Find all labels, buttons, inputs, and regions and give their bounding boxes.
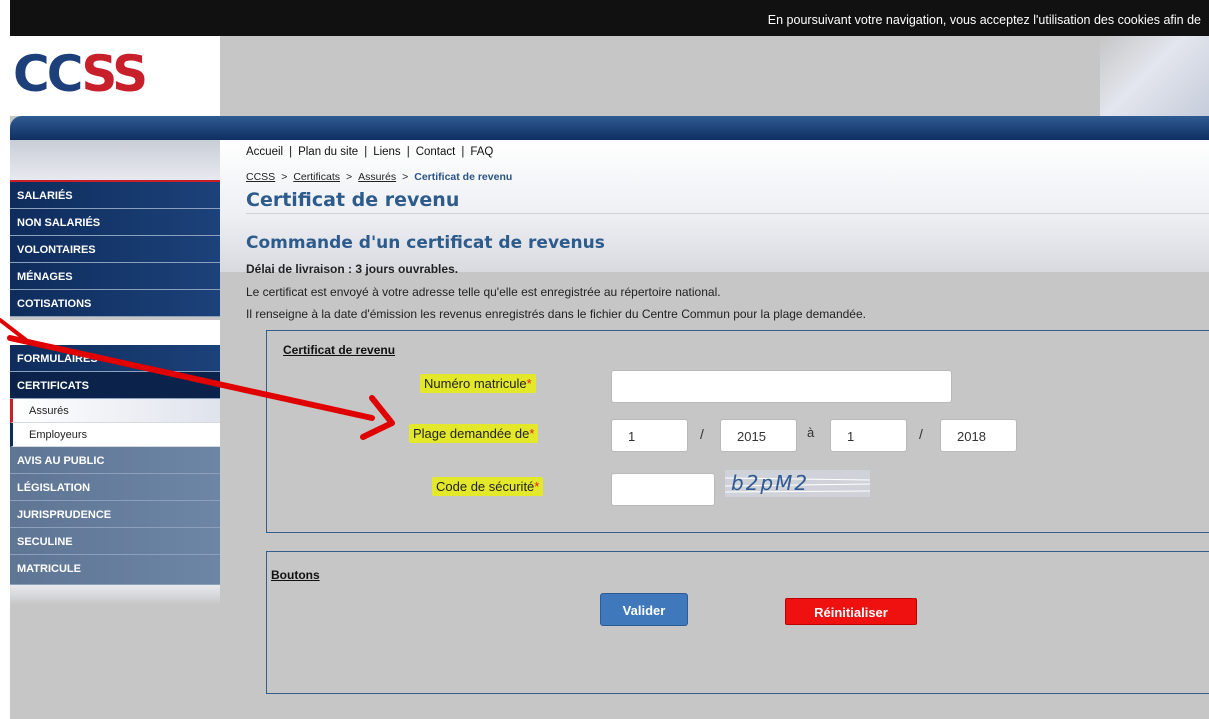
sidebar-item-jurisprudence[interactable]: JURISPRUDENCE <box>10 501 220 528</box>
sidebar-subitem-employeurs[interactable]: Employeurs <box>10 423 220 447</box>
top-links: Accueil | Plan du site | Liens | Contact | FAQ <box>246 146 493 158</box>
code-label: Code de sécurité* <box>432 477 544 496</box>
sidebar-item-seculine[interactable]: SECULINE <box>10 528 220 555</box>
link-separator: | <box>289 146 293 158</box>
captcha-image: b2pM2 <box>724 470 871 497</box>
date-separator: / <box>919 426 923 442</box>
matricule-label-text: Numéro matricule <box>424 376 527 391</box>
required-mark: * <box>529 426 535 441</box>
logo-part-blue: CC <box>13 45 84 103</box>
page-left-margin <box>0 0 10 719</box>
range-separator: à <box>807 425 815 440</box>
from-year-value: 2015 <box>737 429 766 444</box>
to-year-input[interactable]: 2018 <box>940 419 1017 452</box>
sidebar-item-formulaires[interactable]: FORMULAIRES <box>10 345 220 372</box>
delivery-delay: Délai de livraison : 3 jours ouvrables. <box>246 262 459 276</box>
sidebar-spacer <box>10 320 220 345</box>
sidebar-item-certificats[interactable]: CERTIFICATS <box>10 372 220 399</box>
captcha-graphic: b2pM2 <box>724 470 871 497</box>
logo-part-red: SS <box>81 45 148 103</box>
sidebar-item-avis-au-public[interactable]: AVIS AU PUBLIC <box>10 447 220 474</box>
to-month-input[interactable]: 1 <box>830 419 907 452</box>
from-year-input[interactable]: 2015 <box>720 419 797 452</box>
page-title: Certificat de revenu <box>246 189 460 211</box>
link-accueil[interactable]: Accueil <box>246 146 283 158</box>
sidebar-item-legislation[interactable]: LÉGISLATION <box>10 474 220 501</box>
sidebar-item-menages[interactable]: MÉNAGES <box>10 263 220 290</box>
title-divider <box>246 213 1209 214</box>
sidebar-item-cotisations[interactable]: COTISATIONS <box>10 290 220 317</box>
header-blue-band <box>10 116 1209 140</box>
link-plan-du-site[interactable]: Plan du site <box>298 146 358 158</box>
breadcrumb-separator: > <box>346 171 353 183</box>
to-year-value: 2018 <box>957 429 986 444</box>
captcha-text: b2pM2 <box>731 471 809 495</box>
cookie-banner: En poursuivant votre navigation, vous ac… <box>10 0 1209 36</box>
info-text-income: Il renseigne à la date d'émission les re… <box>246 307 866 321</box>
page-subtitle: Commande d'un certificat de revenus <box>246 233 605 253</box>
link-separator: | <box>364 146 368 158</box>
link-liens[interactable]: Liens <box>373 146 401 158</box>
sidebar-top <box>10 140 220 182</box>
link-faq[interactable]: FAQ <box>470 146 493 158</box>
plage-label: Plage demandée de* <box>409 424 539 443</box>
link-contact[interactable]: Contact <box>416 146 456 158</box>
logo[interactable]: CCSS <box>10 36 220 116</box>
logo-text: CCSS <box>13 44 148 104</box>
from-month-value: 1 <box>628 429 636 444</box>
reset-button[interactable]: Réinitialiser <box>785 598 917 625</box>
breadcrumb-ccss[interactable]: CCSS <box>246 171 275 183</box>
breadcrumb-certificats[interactable]: Certificats <box>293 171 340 183</box>
breadcrumb-separator: > <box>281 171 288 183</box>
breadcrumb-separator: > <box>402 171 409 183</box>
link-separator: | <box>461 146 465 158</box>
sidebar-item-non-salaries[interactable]: NON SALARIÉS <box>10 209 220 236</box>
code-label-text: Code de sécurité <box>436 479 535 494</box>
info-text-address: Le certificat est envoyé à votre adresse… <box>246 285 721 299</box>
from-month-input[interactable]: 1 <box>611 419 688 452</box>
header-decoration <box>1100 36 1209 116</box>
breadcrumb-assures[interactable]: Assurés <box>358 171 396 183</box>
breadcrumb-current: Certificat de revenu <box>414 171 513 183</box>
link-separator: | <box>406 146 410 158</box>
required-mark: * <box>526 376 532 391</box>
matricule-input[interactable] <box>611 370 952 403</box>
breadcrumb: CCSS > Certificats > Assurés > Certificat de r… <box>246 171 512 183</box>
sidebar-item-matricule[interactable]: MATRICULE <box>10 555 220 585</box>
buttons-fieldset <box>266 551 1209 694</box>
plage-label-text: Plage demandée de <box>413 426 530 441</box>
date-separator: / <box>700 426 704 442</box>
security-code-input[interactable] <box>611 473 715 506</box>
sidebar-item-volontaires[interactable]: VOLONTAIRES <box>10 236 220 263</box>
cookie-banner-text: En poursuivant votre navigation, vous ac… <box>767 13 1201 27</box>
required-mark: * <box>534 479 540 494</box>
sidebar-bottom <box>10 585 220 605</box>
matricule-label: Numéro matricule* <box>420 374 536 393</box>
sidebar-item-salaries[interactable]: SALARIÉS <box>10 182 220 209</box>
to-month-value: 1 <box>847 429 855 444</box>
submit-button[interactable]: Valider <box>600 593 688 626</box>
buttons-fieldset-legend: Boutons <box>271 568 320 582</box>
sidebar-subitem-assures[interactable]: Assurés <box>10 399 220 423</box>
certificate-fieldset-legend: Certificat de revenu <box>283 343 396 357</box>
